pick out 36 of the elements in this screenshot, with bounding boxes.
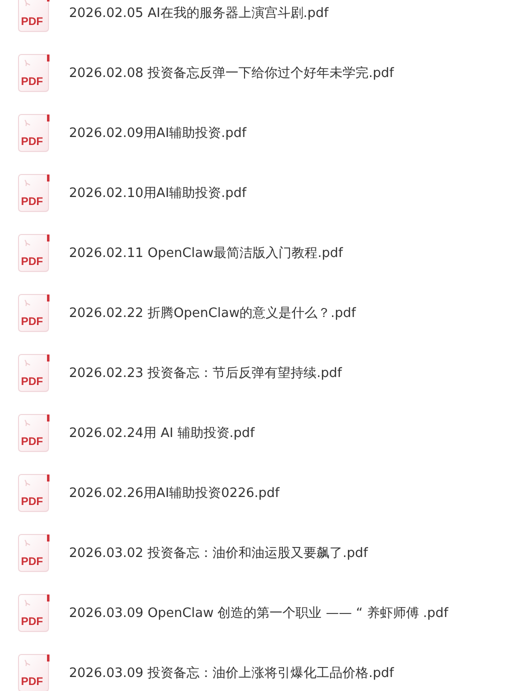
file-type-label: PDF — [21, 616, 43, 628]
file-type-label: PDF — [21, 196, 43, 208]
file-name-link[interactable]: 2026.02.26用AI辅助投资0226.pdf — [69, 484, 280, 502]
file-icon — [18, 654, 50, 691]
file-name-link[interactable]: 2026.03.02 投资备忘：油价和油运股又要飙了.pdf — [69, 544, 368, 562]
file-type-label: PDF — [21, 256, 43, 268]
file-icon — [18, 474, 50, 512]
file-type-label: PDF — [21, 436, 43, 448]
file-type-label: PDF — [21, 76, 43, 88]
file-name-link[interactable]: 2026.02.08 投资备忘反弹一下给你过个好年未学完.pdf — [69, 64, 394, 82]
file-icon — [18, 594, 50, 632]
file-type-label: PDF — [21, 376, 43, 388]
file-name-link[interactable]: 2026.02.11 OpenClaw最简洁版入门教程.pdf — [69, 244, 343, 262]
file-name-link[interactable]: 2026.02.22 折腾OpenClaw的意义是什么？.pdf — [69, 304, 356, 322]
file-name-link[interactable]: 2026.03.09 投资备忘：油价上涨将引爆化工品价格.pdf — [69, 664, 394, 682]
file-name-link[interactable]: 2026.02.24用 AI 辅助投资.pdf — [69, 424, 255, 442]
file-name-link[interactable]: 2026.02.23 投资备忘：节后反弹有望持续.pdf — [69, 364, 342, 382]
file-type-label: PDF — [21, 676, 43, 688]
file-icon — [18, 294, 50, 332]
file-icon — [18, 534, 50, 572]
file-type-label: PDF — [21, 16, 43, 28]
file-icon — [18, 174, 50, 212]
file-name-link[interactable]: 2026.02.05 AI在我的服务器上演宫斗剧.pdf — [69, 4, 329, 22]
file-icon — [18, 0, 50, 32]
file-icon — [18, 54, 50, 92]
file-icon — [18, 414, 50, 452]
file-type-label: PDF — [21, 496, 43, 508]
file-name-link[interactable]: 2026.03.09 OpenClaw 创造的第一个职业 —— “ 养虾师傅 .pdf — [69, 604, 448, 622]
file-icon — [18, 114, 50, 152]
file-name-link[interactable]: 2026.02.10用AI辅助投资.pdf — [69, 184, 246, 202]
file-icon — [18, 354, 50, 392]
file-type-label: PDF — [21, 136, 43, 148]
file-type-label: PDF — [21, 556, 43, 568]
file-icon — [18, 234, 50, 272]
file-name-link[interactable]: 2026.02.09用AI辅助投资.pdf — [69, 124, 246, 142]
file-type-label: PDF — [21, 316, 43, 328]
